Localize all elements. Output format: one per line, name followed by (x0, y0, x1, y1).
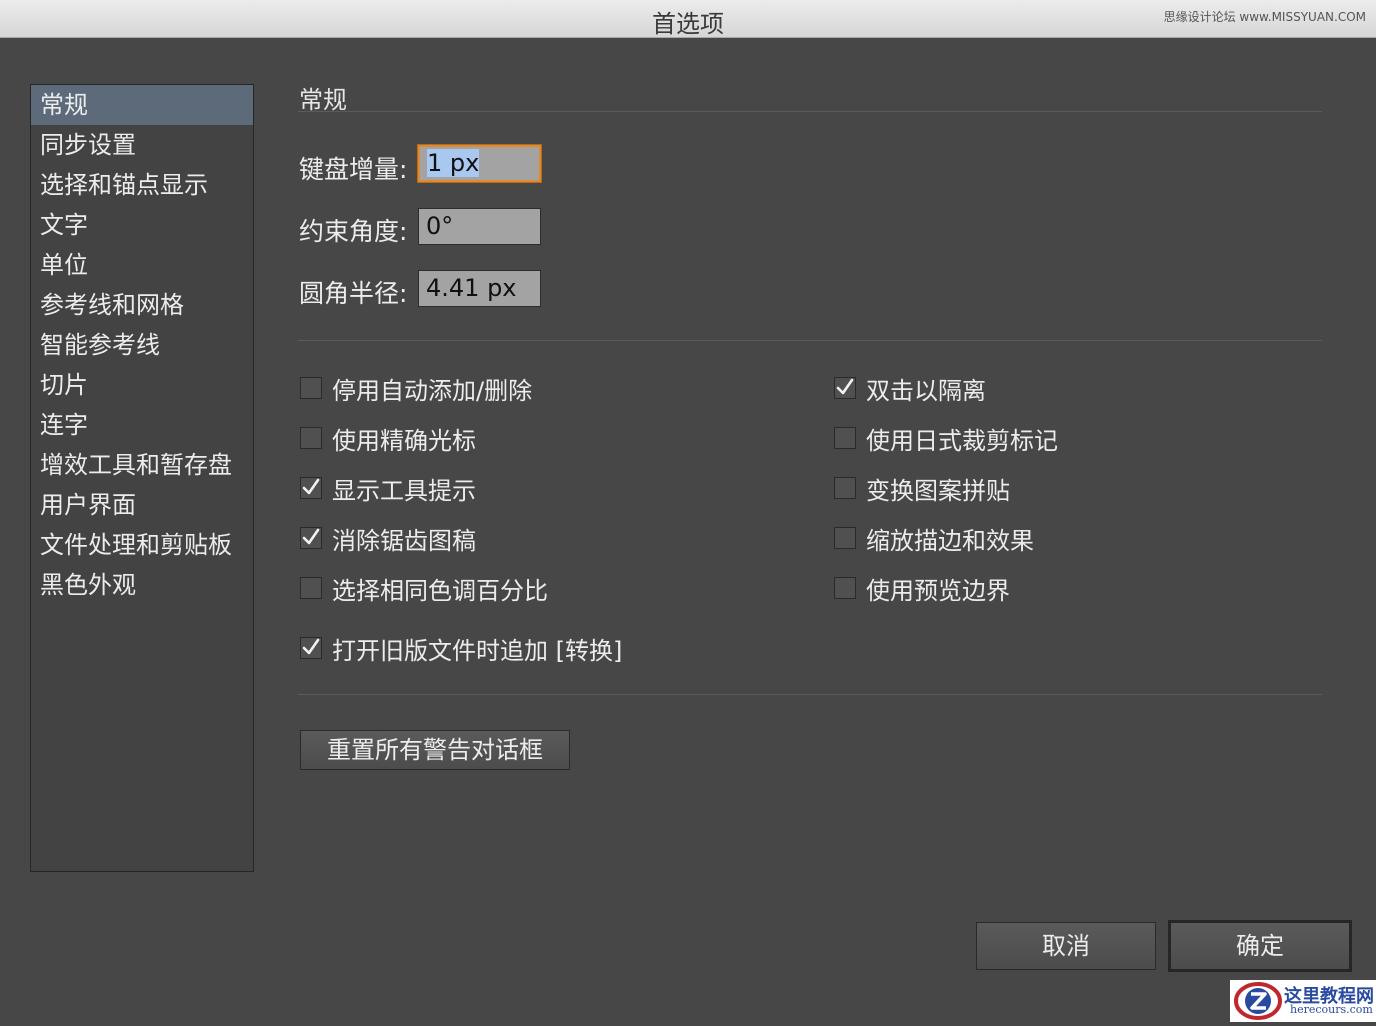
show-tool-tips-label: 显示工具提示 (332, 476, 476, 505)
sidebar-item-sync-settings[interactable]: 同步设置 (31, 125, 253, 165)
precise-cursors-option[interactable]: 使用精确光标 (300, 420, 476, 456)
sidebar-item-slices[interactable]: 切片 (31, 365, 253, 405)
corner-radius-value: 4.41 px (426, 274, 517, 302)
sidebar-item-selection-anchor-display[interactable]: 选择和锚点显示 (31, 165, 253, 205)
keyboard-increment-value: 1 px (427, 149, 480, 177)
constrain-angle-value: 0° (426, 212, 454, 240)
append-converted-label: 打开旧版文件时追加 [转换] (332, 636, 623, 665)
sidebar-item-smart-guides[interactable]: 智能参考线 (31, 325, 253, 365)
options-divider (298, 694, 1322, 695)
scale-strokes-effects-label: 缩放描边和效果 (866, 526, 1034, 555)
sidebar-item-type[interactable]: 文字 (31, 205, 253, 245)
anti-aliased-artwork-checkbox[interactable] (300, 527, 322, 549)
transform-pattern-tiles-label: 变换图案拼贴 (866, 476, 1010, 505)
checkmark-icon (302, 638, 320, 655)
use-preview-bounds-checkbox[interactable] (834, 577, 856, 599)
select-same-tint-checkbox[interactable] (300, 577, 322, 599)
logo-emblem-icon (1234, 982, 1282, 1020)
checkmark-icon (302, 478, 320, 495)
scale-strokes-effects-option[interactable]: 缩放描边和效果 (834, 520, 1034, 556)
select-same-tint-label: 选择相同色调百分比 (332, 576, 548, 605)
precise-cursors-label: 使用精确光标 (332, 426, 476, 455)
japanese-crop-marks-label: 使用日式裁剪标记 (866, 426, 1058, 455)
sidebar-item-file-handling-clipboard[interactable]: 文件处理和剪贴板 (31, 525, 253, 565)
disable-auto-add-delete-checkbox[interactable] (300, 377, 322, 399)
disable-auto-add-delete-label: 停用自动添加/删除 (332, 376, 533, 405)
corner-radius-input[interactable]: 4.41 px (418, 270, 541, 307)
sidebar-item-hyphenation[interactable]: 连字 (31, 405, 253, 445)
use-preview-bounds-option[interactable]: 使用预览边界 (834, 570, 1010, 606)
sidebar-item-general[interactable]: 常规 (31, 85, 253, 125)
logo-url: herecours.com (1290, 1003, 1373, 1016)
precise-cursors-checkbox[interactable] (300, 427, 322, 449)
disable-auto-add-delete-option[interactable]: 停用自动添加/删除 (300, 370, 532, 406)
constrain-angle-input[interactable]: 0° (418, 208, 541, 245)
double-click-isolate-checkbox[interactable] (834, 377, 856, 399)
append-converted-checkbox[interactable] (300, 637, 322, 659)
watermark-text: 思缘设计论坛 www.MISSYUAN.COM (1163, 10, 1366, 24)
corner-radius-label: 圆角半径: (299, 279, 408, 308)
ok-button[interactable]: 确定 (1168, 920, 1352, 972)
title-bar: 首选项 思缘设计论坛 www.MISSYUAN.COM (0, 0, 1376, 38)
sidebar-item-guides-grid[interactable]: 参考线和网格 (31, 285, 253, 325)
scale-strokes-effects-checkbox[interactable] (834, 527, 856, 549)
sidebar-item-plugins-scratch-disks[interactable]: 增效工具和暂存盘 (31, 445, 253, 485)
category-list: 常规 同步设置 选择和锚点显示 文字 单位 参考线和网格 智能参考线 切片 连字… (30, 84, 254, 872)
double-click-isolate-option[interactable]: 双击以隔离 (834, 370, 986, 406)
show-tool-tips-checkbox[interactable] (300, 477, 322, 499)
append-converted-option[interactable]: 打开旧版文件时追加 [转换] (300, 630, 622, 666)
transform-pattern-tiles-option[interactable]: 变换图案拼贴 (834, 470, 1010, 506)
checkmark-icon (836, 378, 854, 395)
double-click-isolate-label: 双击以隔离 (866, 376, 986, 405)
cancel-button[interactable]: 取消 (976, 922, 1156, 970)
select-same-tint-option[interactable]: 选择相同色调百分比 (300, 570, 548, 606)
anti-aliased-artwork-option[interactable]: 消除锯齿图稿 (300, 520, 476, 556)
use-preview-bounds-label: 使用预览边界 (866, 576, 1010, 605)
keyboard-increment-input[interactable]: 1 px (418, 145, 541, 182)
show-tool-tips-option[interactable]: 显示工具提示 (300, 470, 476, 506)
site-logo: 这里教程网 herecours.com (1230, 980, 1376, 1022)
sidebar-item-user-interface[interactable]: 用户界面 (31, 485, 253, 525)
section-divider (298, 111, 1322, 112)
section-title: 常规 (299, 86, 347, 114)
sidebar-item-units[interactable]: 单位 (31, 245, 253, 285)
reset-warnings-button[interactable]: 重置所有警告对话框 (300, 730, 570, 770)
anti-aliased-artwork-label: 消除锯齿图稿 (332, 526, 476, 555)
transform-pattern-tiles-checkbox[interactable] (834, 477, 856, 499)
constrain-angle-label: 约束角度: (299, 217, 408, 246)
keyboard-increment-label: 键盘增量: (299, 155, 408, 184)
sidebar-item-appearance-of-black[interactable]: 黑色外观 (31, 565, 253, 605)
japanese-crop-marks-checkbox[interactable] (834, 427, 856, 449)
japanese-crop-marks-option[interactable]: 使用日式裁剪标记 (834, 420, 1058, 456)
checkmark-icon (302, 528, 320, 545)
fields-divider (298, 340, 1322, 341)
